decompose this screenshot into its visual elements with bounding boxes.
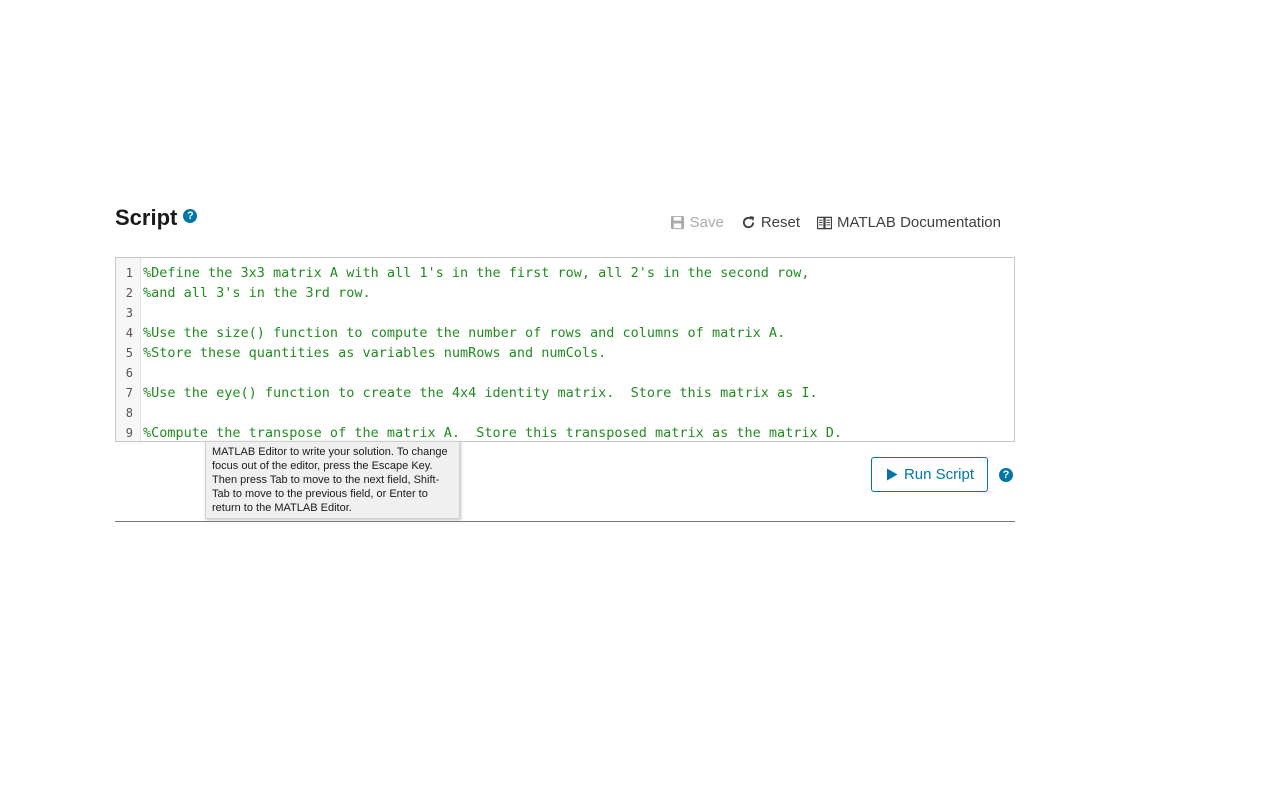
code-text: %Define the 3x3 matrix A with all 1's in… — [143, 265, 810, 281]
code-line[interactable]: 8 — [116, 403, 1014, 423]
editor-tooltip: MATLAB Editor to write your solution. To… — [205, 441, 460, 519]
code-line[interactable]: 2 %and all 3's in the 3rd row. — [116, 283, 1014, 303]
line-number: 2 — [125, 286, 133, 300]
save-label: Save — [689, 214, 724, 231]
script-panel: Script? Save Reset MATLAB Documentation … — [115, 200, 1015, 522]
reset-label: Reset — [760, 214, 801, 231]
code-line[interactable]: 4 %Use the size() function to compute the… — [116, 323, 1014, 343]
code-text: %Store these quantities as variables num… — [143, 345, 607, 361]
line-number: 7 — [125, 386, 133, 400]
code-line[interactable]: 9 %Compute the transpose of the matrix A.… — [116, 423, 1014, 441]
line-number: 4 — [125, 326, 133, 340]
save-button[interactable]: Save — [670, 214, 724, 231]
line-number: 3 — [125, 306, 133, 320]
matlab-editor[interactable]: 1 %Define the 3x3 matrix A with all 1's i… — [115, 257, 1015, 442]
docs-label: MATLAB Documentation — [837, 214, 1001, 231]
code-line[interactable]: 1 %Define the 3x3 matrix A with all 1's i… — [116, 263, 1014, 283]
code-line[interactable]: 3 — [116, 303, 1014, 323]
floppy-disk-icon — [670, 215, 684, 230]
code-text: %and all 3's in the 3rd row. — [143, 285, 371, 301]
line-number: 6 — [125, 366, 133, 380]
refresh-icon — [742, 215, 754, 229]
run-row: Run Script ? — [870, 457, 1015, 492]
run-script-button[interactable]: Run Script — [870, 457, 988, 492]
line-number: 1 — [125, 266, 133, 280]
title-text: Script — [115, 205, 178, 230]
line-number: 5 — [125, 346, 133, 360]
run-help-icon[interactable]: ? — [999, 467, 1013, 482]
divider — [115, 521, 1015, 522]
code-line[interactable]: 7 %Use the eye() function to create the 4… — [116, 383, 1014, 403]
page-title: Script? — [115, 205, 198, 231]
matlab-documentation-link[interactable]: MATLAB Documentation — [817, 214, 1001, 231]
play-icon — [886, 468, 898, 481]
code-text: %Use the eye() function to create the 4x… — [143, 385, 818, 401]
line-number: 8 — [125, 406, 133, 420]
code-text: %Compute the transpose of the matrix A. … — [143, 425, 842, 441]
code-text: %Use the size() function to compute the … — [143, 325, 786, 341]
line-number: 9 — [125, 426, 133, 440]
run-script-label: Run Script — [903, 466, 974, 483]
code-line[interactable]: 5 %Store these quantities as variables nu… — [116, 343, 1014, 363]
toolbar: Save Reset MATLAB Documentation — [653, 214, 1001, 231]
reset-button[interactable]: Reset — [741, 214, 800, 231]
help-icon[interactable]: ? — [183, 209, 198, 224]
code-line[interactable]: 6 — [116, 363, 1014, 383]
script-header: Script? Save Reset MATLAB Documentation — [115, 200, 1015, 240]
book-icon — [817, 216, 833, 229]
